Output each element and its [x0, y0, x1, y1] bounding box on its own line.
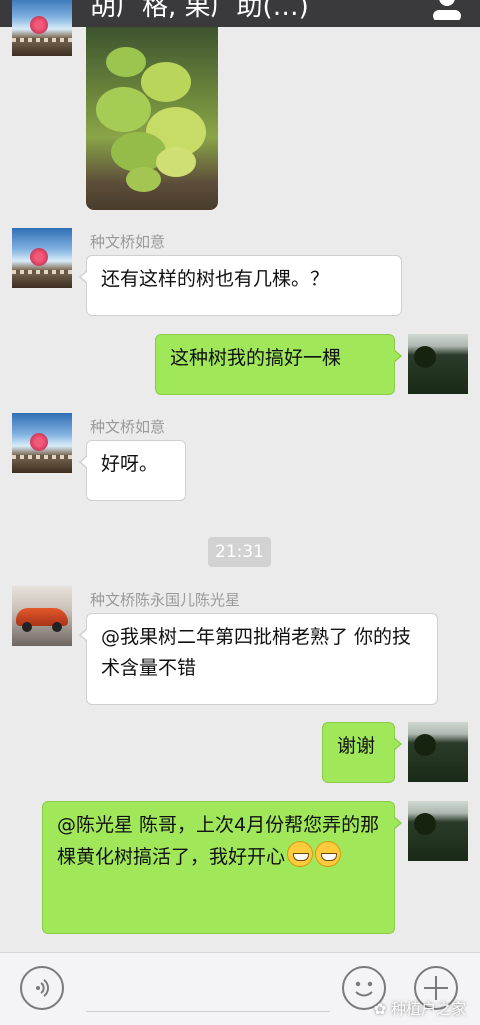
avatar[interactable]: [12, 413, 72, 473]
avatar[interactable]: [408, 722, 468, 782]
message-image[interactable]: [86, 27, 218, 210]
chat-header: ‹ 胡广格, 果广助(…): [0, 0, 480, 27]
timestamp-badge: 21:31: [208, 537, 271, 567]
grin-emoji-icon: [287, 841, 314, 867]
avatar[interactable]: [12, 586, 72, 646]
sender-name: 种文桥如意: [90, 233, 166, 251]
avatar[interactable]: [12, 228, 72, 288]
message-bubble[interactable]: 谢谢: [322, 722, 402, 783]
grin-emoji-icon: [315, 841, 342, 867]
wechat-logo-icon: ✿: [373, 1000, 391, 1018]
message-bubble[interactable]: 好呀。: [79, 440, 186, 501]
sender-name: 种文桥陈永国儿陈光星: [90, 591, 241, 609]
chat-title: 胡广格, 果广助(…): [90, 0, 309, 22]
message-bubble[interactable]: @陈光星 陈哥，上次4月份帮您弄的那棵黄化树搞活了，我好开心: [42, 801, 402, 934]
sender-name: 种文桥如意: [90, 418, 166, 436]
message-bubble[interactable]: 这种树我的搞好一棵: [155, 334, 402, 395]
voice-icon: [36, 979, 49, 997]
message-bubble[interactable]: @我果树二年第四批梢老熟了 你的技术含量不错: [79, 613, 438, 705]
voice-button[interactable]: [20, 966, 64, 1010]
message-bubble[interactable]: 还有这样的树也有几棵。？: [79, 255, 402, 316]
avatar[interactable]: [12, 0, 72, 56]
input-toolbar: ✿ 种植户之家: [0, 952, 480, 1025]
watermark-text: 种植户之家: [390, 1000, 466, 1018]
message-input[interactable]: [86, 1011, 330, 1012]
avatar[interactable]: [408, 334, 468, 394]
person-icon[interactable]: [430, 0, 464, 20]
watermark: ✿ 种植户之家: [374, 998, 466, 1019]
avatar[interactable]: [408, 801, 468, 861]
